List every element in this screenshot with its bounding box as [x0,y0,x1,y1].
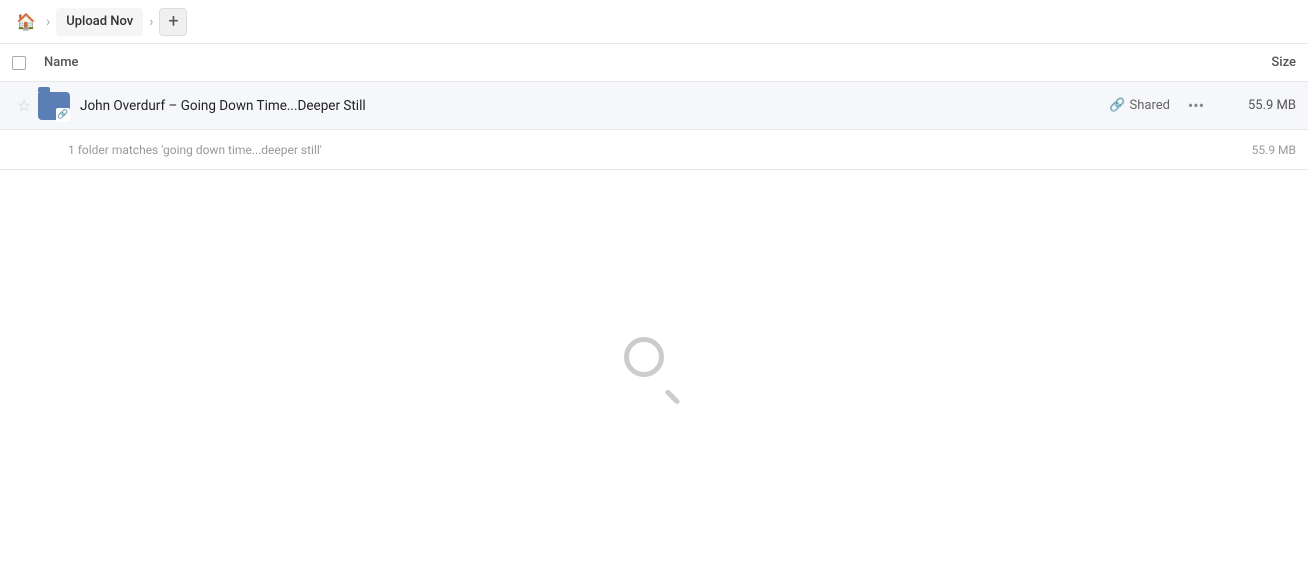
header-checkbox-col [12,56,44,70]
shared-link-icon: 🔗 [1109,98,1125,113]
file-size-text: 55.9 MB [1248,98,1296,113]
match-size-label: 55.9 MB [1226,143,1296,157]
more-icon: ••• [1188,96,1204,115]
name-column-header: Name [44,55,1216,70]
star-icon: ☆ [17,96,31,115]
add-icon: + [168,13,178,31]
file-size-value: 55.9 MB [1226,98,1296,113]
size-col-label: Size [1271,55,1296,70]
file-name-label: John Overdurf – Going Down Time...Deeper… [80,98,1109,114]
breadcrumb-bar: 🏠 › Upload Nov › + [0,0,1308,44]
breadcrumb-arrow-1: › [46,14,50,30]
breadcrumb-label: Upload Nov [66,14,133,29]
shared-badge[interactable]: 🔗 Shared [1109,98,1170,113]
table-row[interactable]: ☆ 🔗 John Overdurf – Going Down Time...De… [0,82,1308,130]
search-handle [664,389,680,405]
home-breadcrumb[interactable]: 🏠 [12,8,40,36]
match-description: 1 folder matches 'going down time...deep… [68,143,322,157]
file-name-text: John Overdurf – Going Down Time...Deeper… [80,98,366,114]
search-icon-large [624,337,684,397]
match-info-row: 1 folder matches 'going down time...deep… [0,130,1308,170]
home-icon: 🏠 [16,12,36,31]
link-overlay-icon: 🔗 [56,108,70,122]
breadcrumb-arrow-2: › [149,14,153,30]
shared-label-text: Shared [1130,98,1170,113]
match-size-text: 55.9 MB [1252,143,1296,157]
size-column-header: Size [1216,55,1296,70]
select-all-checkbox[interactable] [12,56,26,70]
search-circle [624,337,664,377]
empty-state-area [0,170,1308,580]
breadcrumb-upload-nov[interactable]: Upload Nov [56,8,143,36]
folder-icon-wrap: 🔗 [36,88,72,124]
star-button[interactable]: ☆ [12,96,36,115]
name-col-label: Name [44,55,79,70]
add-button[interactable]: + [159,8,187,36]
match-text-label: 1 folder matches 'going down time...deep… [68,143,1226,157]
table-header: Name Size [0,44,1308,82]
more-options-button[interactable]: ••• [1182,92,1210,120]
